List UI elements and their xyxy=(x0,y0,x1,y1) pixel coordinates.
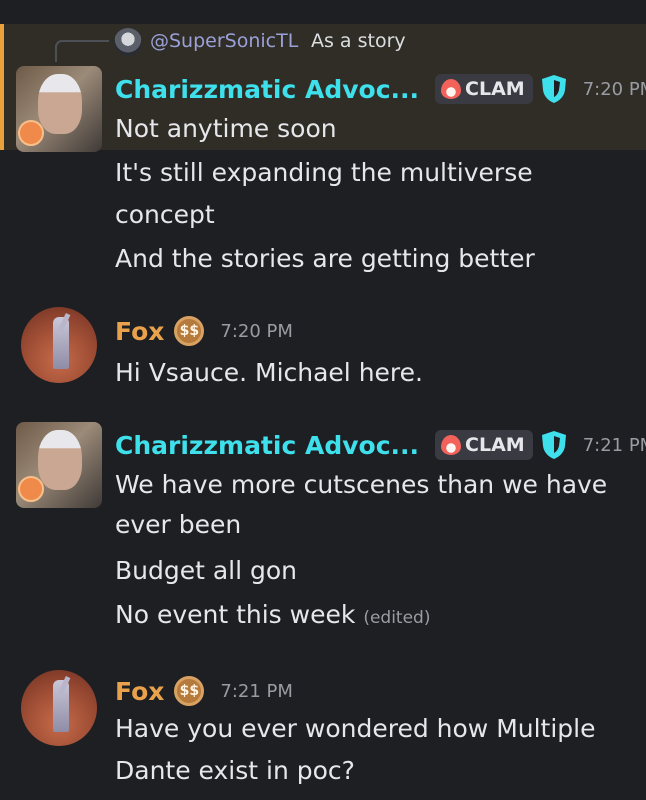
timestamp: 7:21 PM xyxy=(582,434,646,456)
avatar-orb xyxy=(18,120,44,146)
guild-tag[interactable]: CLAM xyxy=(435,74,533,104)
guild-tag-label: CLAM xyxy=(465,434,525,456)
shield-badge-icon[interactable] xyxy=(541,430,567,460)
reply-avatar[interactable] xyxy=(114,28,142,56)
avatar-orb xyxy=(18,476,44,502)
message-header: Charizzmatic Advoc... CLAM 7:20 PM xyxy=(115,72,646,106)
avatar-face xyxy=(38,430,82,490)
message-header: Fox $$ 7:20 PM xyxy=(115,314,293,348)
message-header: Fox $$ 7:21 PM xyxy=(115,674,293,708)
reply-preview-text[interactable]: As a story xyxy=(311,30,406,52)
shield-badge-icon[interactable] xyxy=(541,74,567,104)
guild-tag[interactable]: CLAM xyxy=(435,430,533,460)
fire-icon xyxy=(441,79,462,99)
avatar-face xyxy=(38,74,82,134)
username[interactable]: Charizzmatic Advoc... xyxy=(115,75,419,104)
message-line: concept xyxy=(115,200,215,229)
username[interactable]: Fox xyxy=(115,677,164,706)
timestamp: 7:21 PM xyxy=(220,680,293,702)
coin-badge-icon[interactable]: $$ xyxy=(174,676,205,706)
message-line: Have you ever wondered how Multiple xyxy=(115,714,596,743)
message-line: Not anytime soon xyxy=(115,114,337,143)
message-header: Charizzmatic Advoc... CLAM 7:21 PM xyxy=(115,428,646,462)
username[interactable]: Fox xyxy=(115,317,164,346)
message-line: And the stories are getting better xyxy=(115,244,535,273)
coin-badge-icon[interactable]: $$ xyxy=(174,316,205,346)
avatar[interactable] xyxy=(16,66,102,152)
message-line: Hi Vsauce. Michael here. xyxy=(115,358,423,387)
message-line: Dante exist in poc? xyxy=(115,756,355,785)
chat-message-list: @SuperSonicTL As a story Charizzmatic Ad… xyxy=(0,0,646,800)
message-line: ever been xyxy=(115,510,242,539)
avatar[interactable] xyxy=(21,670,97,746)
reply-connector xyxy=(55,40,109,62)
edited-label: (edited) xyxy=(363,608,431,628)
timestamp: 7:20 PM xyxy=(220,320,293,342)
username[interactable]: Charizzmatic Advoc... xyxy=(115,431,419,460)
reply-username[interactable]: @SuperSonicTL xyxy=(150,30,298,52)
avatar[interactable] xyxy=(21,307,97,383)
message-line: It's still expanding the multiverse xyxy=(115,158,533,187)
avatar[interactable] xyxy=(16,422,102,508)
fire-icon xyxy=(441,435,462,455)
message-text: No event this week xyxy=(115,600,356,629)
message-line-edited: No event this week (edited) xyxy=(115,594,430,639)
guild-tag-label: CLAM xyxy=(465,78,525,100)
message-line: We have more cutscenes than we have xyxy=(115,470,608,499)
message-line: Budget all gon xyxy=(115,556,298,585)
timestamp: 7:20 PM xyxy=(582,78,646,100)
